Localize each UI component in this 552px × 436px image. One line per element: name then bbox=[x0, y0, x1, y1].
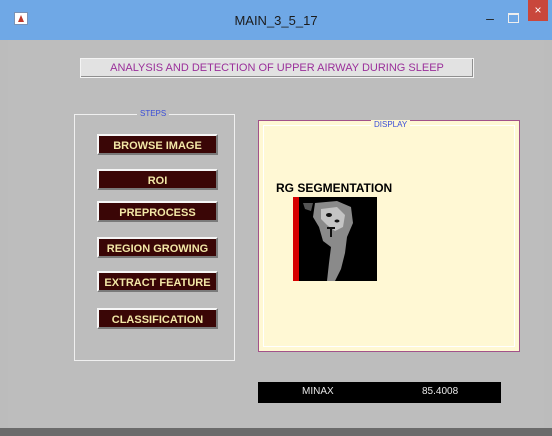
header-text: ANALYSIS AND DETECTION OF UPPER AIRWAY D… bbox=[80, 58, 474, 78]
roi-button[interactable]: ROI bbox=[97, 169, 218, 190]
minax-label: MINAX bbox=[302, 386, 334, 397]
extract-feature-button[interactable]: EXTRACT FEATURE bbox=[97, 271, 218, 292]
minax-value: 85.4008 bbox=[422, 386, 459, 397]
steps-panel-title: STEPS bbox=[137, 109, 170, 119]
display-panel: DISPLAY RG SEGMENTATION bbox=[258, 120, 520, 352]
window-title: MAIN_3_5_17 bbox=[234, 13, 318, 28]
window-bottom-edge bbox=[0, 428, 552, 436]
display-panel-title: DISPLAY bbox=[371, 120, 411, 130]
minax-readout: MINAX 85.4008 bbox=[258, 382, 501, 403]
preprocess-button[interactable]: PREPROCESS bbox=[97, 201, 218, 222]
region-growing-button[interactable]: REGION GROWING bbox=[97, 237, 218, 258]
title-bar[interactable]: MAIN_3_5_17 – × bbox=[0, 0, 552, 40]
close-button[interactable]: × bbox=[528, 0, 548, 21]
minimize-button[interactable]: – bbox=[479, 9, 501, 27]
browse-image-button[interactable]: BROWSE IMAGE bbox=[97, 134, 218, 155]
steps-panel: STEPS BROWSE IMAGE ROI PREPROCESS REGION… bbox=[74, 109, 235, 361]
segmentation-title: RG SEGMENTATION bbox=[276, 181, 393, 195]
segmentation-image bbox=[293, 197, 377, 281]
maximize-icon bbox=[507, 13, 519, 23]
app-window: MAIN_3_5_17 – × ANALYSIS AND DETECTION O… bbox=[0, 0, 552, 436]
figure-client-area: ANALYSIS AND DETECTION OF UPPER AIRWAY D… bbox=[8, 40, 544, 428]
classification-button[interactable]: CLASSIFICATION bbox=[97, 308, 218, 329]
maximize-button[interactable] bbox=[502, 9, 524, 27]
